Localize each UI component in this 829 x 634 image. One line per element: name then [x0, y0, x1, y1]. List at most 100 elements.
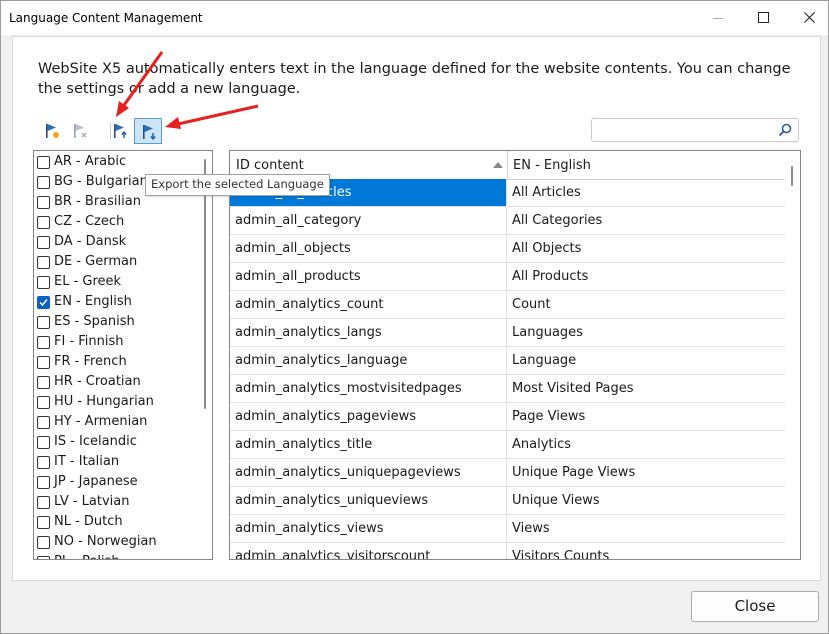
language-item[interactable]: ES - Spanish [37, 312, 192, 332]
language-checkbox[interactable] [37, 216, 50, 229]
table-row[interactable]: admin_analytics_language Language [230, 347, 785, 375]
language-checkbox[interactable] [37, 396, 50, 409]
language-checkbox[interactable] [37, 196, 50, 209]
language-item[interactable]: HU - Hungarian [37, 392, 192, 412]
table-row[interactable]: admin_analytics_title Analytics [230, 431, 785, 459]
maximize-button[interactable] [740, 1, 786, 35]
export-language-button[interactable] [134, 118, 162, 144]
language-item[interactable]: EL - Greek [37, 272, 192, 292]
language-item[interactable]: JP - Japanese [37, 472, 192, 492]
translation-cell[interactable]: Unique Page Views [507, 459, 790, 486]
language-item[interactable]: FI - Finnish [37, 332, 192, 352]
id-content-cell[interactable]: admin_all_category [230, 207, 507, 234]
table-row[interactable]: admin_analytics_uniquepageviews Unique Pa… [230, 459, 785, 487]
window-title: Language Content Management [9, 11, 203, 25]
id-content-cell[interactable]: admin_analytics_title [230, 431, 507, 458]
language-checkbox[interactable] [37, 516, 50, 529]
id-content-cell[interactable]: admin_analytics_views [230, 515, 507, 542]
translation-cell[interactable]: Unique Views [507, 487, 790, 514]
language-item[interactable]: HR - Croatian [37, 372, 192, 392]
translation-cell[interactable]: Page Views [507, 403, 790, 430]
id-content-cell[interactable]: admin_analytics_uniquepageviews [230, 459, 507, 486]
language-item[interactable]: AR - Arabic [37, 152, 192, 172]
language-checkbox[interactable] [37, 356, 50, 369]
translation-cell[interactable]: Analytics [507, 431, 790, 458]
minimize-button[interactable] [694, 1, 740, 35]
translation-cell[interactable]: All Products [507, 263, 790, 290]
language-checkbox[interactable] [37, 236, 50, 249]
column-header-id[interactable]: ID content [236, 158, 304, 173]
id-content-cell[interactable]: admin_analytics_pageviews [230, 403, 507, 430]
language-checkbox[interactable] [37, 556, 50, 559]
scrollbar-thumb[interactable] [791, 166, 793, 186]
translation-cell[interactable]: Views [507, 515, 790, 542]
id-content-cell[interactable]: admin_analytics_mostvisitedpages [230, 375, 507, 402]
id-content-cell[interactable]: admin_analytics_language [230, 347, 507, 374]
language-item[interactable]: EN - English [37, 292, 192, 312]
scrollbar-thumb[interactable] [204, 159, 206, 409]
search-box[interactable] [591, 118, 799, 142]
close-button[interactable]: Close [691, 591, 819, 622]
table-row[interactable]: admin_analytics_mostvisitedpages Most Vis… [230, 375, 785, 403]
column-divider[interactable] [507, 151, 508, 179]
remove-language-button[interactable] [66, 118, 94, 144]
language-item[interactable]: PL - Polish [37, 552, 192, 559]
language-item[interactable]: CZ - Czech [37, 212, 192, 232]
translation-cell[interactable]: All Categories [507, 207, 790, 234]
language-checkbox[interactable] [37, 276, 50, 289]
language-checkbox[interactable] [37, 376, 50, 389]
language-label: CZ - Czech [54, 214, 125, 229]
id-content-cell[interactable]: admin_all_products [230, 263, 507, 290]
id-content-cell[interactable]: admin_all_objects [230, 235, 507, 262]
table-row[interactable]: admin_analytics_views Views [230, 515, 785, 543]
translation-cell[interactable]: Languages [507, 319, 790, 346]
language-list[interactable]: PL - Polish NO - Norwegian NL - Dutch LV - … [33, 150, 213, 560]
language-item[interactable]: HY - Armenian [37, 412, 192, 432]
language-item[interactable]: DE - German [37, 252, 192, 272]
language-checkbox[interactable] [37, 176, 50, 189]
language-checkbox[interactable] [37, 316, 50, 329]
language-checkbox[interactable] [37, 536, 50, 549]
table-row[interactable]: admin_all_category All Categories [230, 207, 785, 235]
translation-cell[interactable]: Visitors Counts [507, 543, 790, 559]
language-item[interactable]: DA - Dansk [37, 232, 192, 252]
table-row[interactable]: admin_analytics_pageviews Page Views [230, 403, 785, 431]
language-checkbox[interactable] [37, 416, 50, 429]
id-content-cell[interactable]: admin_analytics_count [230, 291, 507, 318]
table-row[interactable]: admin_analytics_uniqueviews Unique Views [230, 487, 785, 515]
id-content-cell[interactable]: admin_analytics_uniqueviews [230, 487, 507, 514]
language-checkbox[interactable] [37, 336, 50, 349]
language-checkbox[interactable] [37, 496, 50, 509]
language-item[interactable]: NL - Dutch [37, 512, 192, 532]
add-language-button[interactable] [38, 118, 66, 144]
language-label: LV - Latvian [54, 494, 130, 509]
language-item[interactable]: FR - French [37, 352, 192, 372]
table-row[interactable]: admin_all_products All Products [230, 263, 785, 291]
id-content-cell[interactable]: admin_analytics_visitorscount [230, 543, 507, 559]
table-row[interactable]: admin_analytics_visitorscount Visitors Co… [230, 543, 785, 559]
language-item[interactable]: IT - Italian [37, 452, 192, 472]
table-row[interactable]: admin_analytics_langs Languages [230, 319, 785, 347]
import-language-button[interactable] [106, 118, 134, 144]
language-checkbox[interactable] [37, 456, 50, 469]
id-content-cell[interactable]: admin_analytics_langs [230, 319, 507, 346]
translation-cell[interactable]: Count [507, 291, 790, 318]
translation-cell[interactable]: All Objects [507, 235, 790, 262]
translation-cell[interactable]: All Articles [507, 179, 790, 206]
table-row[interactable]: admin_analytics_count Count [230, 291, 785, 319]
language-checkbox[interactable] [37, 476, 50, 489]
language-checkbox[interactable] [37, 156, 50, 169]
close-window-button[interactable] [786, 1, 829, 35]
language-item[interactable]: LV - Latvian [37, 492, 192, 512]
language-checkbox[interactable] [37, 256, 50, 269]
language-checkbox[interactable] [37, 436, 50, 449]
language-checkbox[interactable] [37, 296, 50, 309]
language-item[interactable]: NO - Norwegian [37, 532, 192, 552]
language-list-scrollbar[interactable] [201, 152, 211, 558]
table-row[interactable]: admin_all_objects All Objects [230, 235, 785, 263]
column-header-language[interactable]: EN - English [513, 158, 591, 173]
translation-cell[interactable]: Language [507, 347, 790, 374]
language-item[interactable]: IS - Icelandic [37, 432, 192, 452]
content-grid[interactable]: ID content EN - English admin_all_articl… [229, 150, 801, 560]
translation-cell[interactable]: Most Visited Pages [507, 375, 790, 402]
